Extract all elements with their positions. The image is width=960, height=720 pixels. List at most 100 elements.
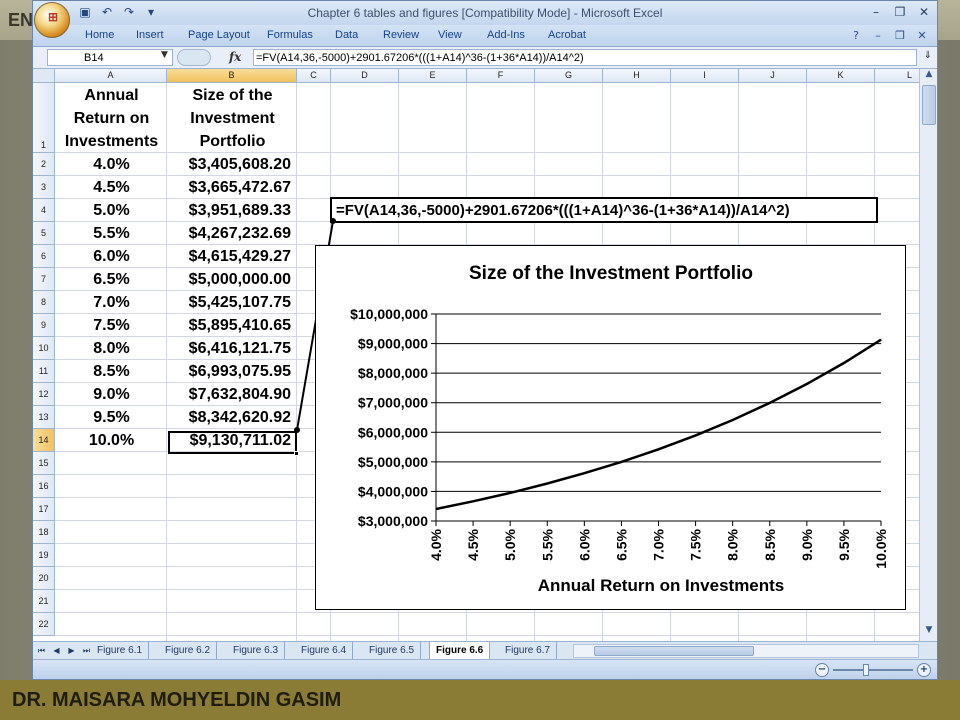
ribbon-restore-icon[interactable]: ❐ <box>893 29 907 43</box>
tab-page-layout[interactable]: Page Layout <box>188 29 250 41</box>
sheet-tab-4[interactable]: Figure 6.4 <box>295 642 354 659</box>
ribbon-right-controls: ? – ❐ ✕ <box>849 29 929 43</box>
x-axis-label: Annual Return on Investments <box>538 576 785 595</box>
data-point <box>732 419 734 421</box>
slide-title: EN <box>8 10 34 30</box>
formula-buttons[interactable] <box>177 49 211 66</box>
y-tick-label: $3,000,000 <box>358 513 428 529</box>
tab-formulas[interactable]: Formulas <box>267 29 313 41</box>
tab-review[interactable]: Review <box>383 29 419 41</box>
first-sheet-icon[interactable]: ⏮ <box>37 644 46 658</box>
tab-home[interactable]: Home <box>85 29 114 41</box>
x-tick-label: 5.5% <box>539 528 555 560</box>
restore-icon[interactable]: ❐ <box>893 4 907 20</box>
data-point <box>435 508 437 510</box>
data-point <box>472 500 474 502</box>
sheet-tab-6[interactable]: Figure 6.6 <box>429 642 491 659</box>
ribbon-tabs: Home Insert Page Layout Formulas Data Re… <box>33 25 937 47</box>
expand-formula-bar-icon[interactable]: ⇓ <box>921 50 935 66</box>
connector-start-dot <box>294 427 300 433</box>
ribbon-minimize-icon[interactable]: – <box>871 29 885 43</box>
x-tick-label: 10.0% <box>873 528 889 568</box>
data-point <box>620 461 622 463</box>
next-sheet-icon[interactable]: ▶ <box>67 644 76 658</box>
worksheet-grid[interactable]: ABCDEFGHIJKL 1 2 3 4 5 6 7 8 9 10 11 12 13 14 15 16 17 18… <box>33 69 937 641</box>
y-tick-label: $5,000,000 <box>358 454 428 470</box>
window-title: Chapter 6 tables and figures [Compatibil… <box>307 6 663 20</box>
x-tick-label: 4.0% <box>428 528 444 560</box>
connector-end-dot <box>330 218 336 224</box>
status-bar: − + <box>33 659 937 679</box>
tab-add-ins[interactable]: Add-Ins <box>487 29 525 41</box>
x-tick-label: 8.0% <box>725 528 741 560</box>
sheet-tab-7[interactable]: Figure 6.7 <box>499 642 558 659</box>
sheet-tab-2[interactable]: Figure 6.2 <box>159 642 218 659</box>
zoom-slider-thumb[interactable] <box>863 664 869 676</box>
excel-window: ▣ ↶ ↷ ▾ Chapter 6 tables and figures [Co… <box>32 0 938 680</box>
x-tick-label: 5.0% <box>502 528 518 560</box>
sheet-tab-bar: ⏮ ◀ ▶ ⏭ Figure 6.1 Figure 6.2 Figure 6.3 Fi… <box>33 641 937 659</box>
office-button-icon[interactable]: ⊞ <box>34 2 70 38</box>
x-tick-label: 6.5% <box>613 528 629 560</box>
x-tick-label: 9.0% <box>799 528 815 560</box>
minimize-icon[interactable]: – <box>869 4 883 20</box>
series-line <box>435 338 882 511</box>
insert-function-button[interactable]: fx <box>229 50 241 64</box>
sheet-tab-1[interactable]: Figure 6.1 <box>91 642 150 659</box>
x-tick-label: 6.0% <box>576 528 592 560</box>
x-tick-label: 4.5% <box>465 528 481 560</box>
tab-acrobat[interactable]: Acrobat <box>548 29 586 41</box>
name-box-dropdown-icon[interactable]: ▼ <box>161 50 168 60</box>
window-controls: – ❐ ✕ <box>869 4 931 20</box>
vertical-scroll-thumb[interactable] <box>922 85 936 125</box>
close-icon[interactable]: ✕ <box>917 4 931 20</box>
slide-footer: DR. MAISARA MOHYELDIN GASIM <box>12 689 342 711</box>
data-point <box>695 434 697 436</box>
zoom-out-icon[interactable]: − <box>815 663 829 677</box>
y-tick-label: $8,000,000 <box>358 365 428 381</box>
prev-sheet-icon[interactable]: ◀ <box>52 644 61 658</box>
formula-bar: B14 ▼ fx =FV(A14,36,-5000)+2901.67206*((… <box>33 47 937 69</box>
y-tick-label: $4,000,000 <box>358 483 428 499</box>
x-axis-ticks: 4.0% 4.5% 5.0% 5.5% 6.0% 6.5% 7.0% 7.5% 8.0% 8.5%… <box>428 521 889 569</box>
y-tick-label: $10,000,000 <box>350 306 428 322</box>
scroll-down-icon[interactable]: ▼ <box>922 625 936 639</box>
scroll-up-icon[interactable]: ▲ <box>922 69 936 83</box>
data-points <box>435 339 882 510</box>
chart-svg: Size of the Investment Portfolio $3,000,… <box>350 263 889 595</box>
chart-title: Size of the Investment Portfolio <box>469 263 753 284</box>
data-point <box>806 383 808 385</box>
zoom-in-icon[interactable]: + <box>917 663 931 677</box>
vertical-scrollbar[interactable]: ▲ ▼ <box>919 69 937 641</box>
name-box[interactable]: B14 <box>47 49 173 66</box>
chart-gridlines <box>435 313 881 522</box>
data-point <box>546 483 548 485</box>
zoom-slider-track[interactable] <box>833 669 913 671</box>
y-tick-label: $7,000,000 <box>358 395 428 411</box>
data-point <box>880 339 882 341</box>
tab-view[interactable]: View <box>438 29 462 41</box>
x-tick-label: 7.0% <box>651 528 667 560</box>
data-point <box>843 362 845 364</box>
chart[interactable]: Size of the Investment Portfolio $3,000,… <box>315 245 906 610</box>
horizontal-scroll-thumb[interactable] <box>594 646 754 656</box>
data-point <box>583 472 585 474</box>
formula-input[interactable]: =FV(A14,36,-5000)+2901.67206*(((1+A14)^3… <box>253 49 917 66</box>
x-tick-label: 8.5% <box>762 528 778 560</box>
title-bar: ▣ ↶ ↷ ▾ Chapter 6 tables and figures [Co… <box>33 1 937 25</box>
sheet-tab-5[interactable]: Figure 6.5 <box>363 642 422 659</box>
y-axis-ticks: $3,000,000 $4,000,000 $5,000,000 $6,000,000… <box>350 306 436 529</box>
x-tick-label: 9.5% <box>836 528 852 560</box>
y-tick-label: $9,000,000 <box>358 336 428 352</box>
ribbon-close-icon[interactable]: ✕ <box>915 29 929 43</box>
help-icon[interactable]: ? <box>849 29 863 43</box>
sheet-tab-3[interactable]: Figure 6.3 <box>227 642 286 659</box>
last-sheet-icon[interactable]: ⏭ <box>82 644 91 658</box>
horizontal-scrollbar[interactable] <box>573 644 919 658</box>
data-point <box>509 492 511 494</box>
y-tick-label: $6,000,000 <box>358 424 428 440</box>
tab-insert[interactable]: Insert <box>136 29 164 41</box>
tab-data[interactable]: Data <box>335 29 358 41</box>
data-point <box>658 448 659 450</box>
data-point <box>769 402 771 404</box>
